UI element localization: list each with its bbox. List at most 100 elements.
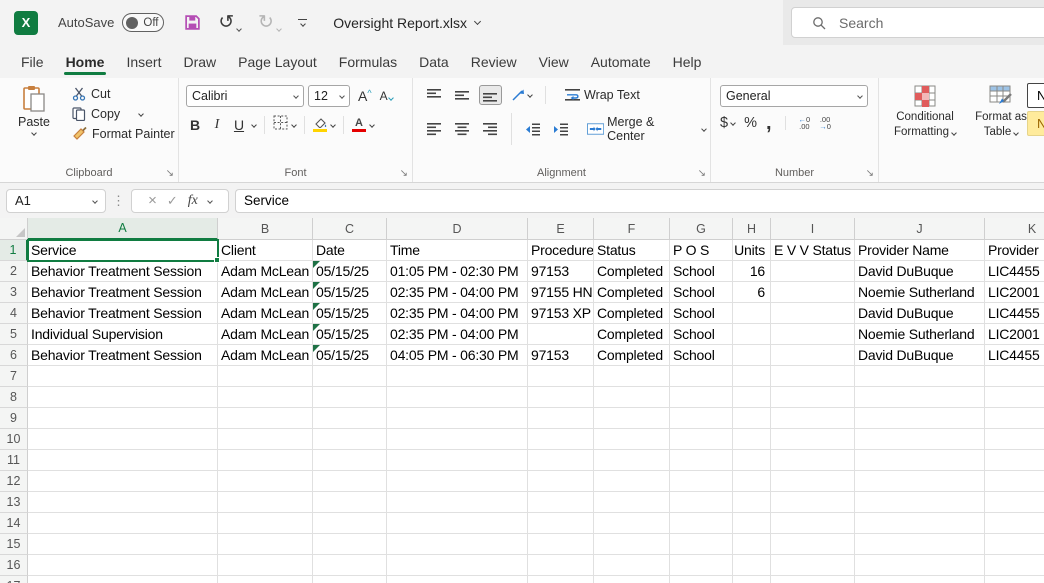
cell-B5[interactable]: Adam McLean — [218, 324, 313, 345]
row-header-9[interactable]: 9 — [0, 408, 28, 429]
cell-H9[interactable] — [733, 408, 771, 429]
align-left-button[interactable] — [423, 119, 446, 139]
title-chevron-icon[interactable] — [474, 17, 482, 26]
cell-E8[interactable] — [528, 387, 594, 408]
cell-E17[interactable] — [528, 576, 594, 583]
enter-icon[interactable]: ✓ — [167, 193, 178, 209]
row-header-13[interactable]: 13 — [0, 492, 28, 513]
cell-I8[interactable] — [771, 387, 855, 408]
cell-I10[interactable] — [771, 429, 855, 450]
cell-F3[interactable]: Completed — [594, 282, 670, 303]
cell-F6[interactable]: Completed — [594, 345, 670, 366]
font-color-chevron-icon[interactable] — [369, 122, 375, 128]
redo-button[interactable]: ↺ — [258, 12, 283, 33]
cell-A15[interactable] — [28, 534, 218, 555]
cell-G9[interactable] — [670, 408, 733, 429]
cell-C8[interactable] — [313, 387, 387, 408]
conditional-formatting-button[interactable]: Conditional Formatting — [887, 85, 963, 163]
column-header-C[interactable]: C — [313, 218, 387, 240]
tab-automate[interactable]: Automate — [580, 45, 662, 78]
cell-B12[interactable] — [218, 471, 313, 492]
cell-G15[interactable] — [670, 534, 733, 555]
cell-H15[interactable] — [733, 534, 771, 555]
cell-A6[interactable]: Behavior Treatment Session — [28, 345, 218, 366]
cell-E12[interactable] — [528, 471, 594, 492]
cell-J12[interactable] — [855, 471, 985, 492]
tab-home[interactable]: Home — [55, 45, 116, 78]
tab-page-layout[interactable]: Page Layout — [227, 45, 328, 78]
cell-style-normal[interactable]: N — [1027, 83, 1044, 108]
font-dialog-launcher[interactable]: ↘ — [400, 168, 408, 179]
row-header-6[interactable]: 6 — [0, 345, 28, 366]
cancel-icon[interactable]: × — [148, 192, 157, 209]
clipboard-dialog-launcher[interactable]: ↘ — [166, 168, 174, 179]
cell-C14[interactable] — [313, 513, 387, 534]
cell-F16[interactable] — [594, 555, 670, 576]
cell-A16[interactable] — [28, 555, 218, 576]
cell-A17[interactable] — [28, 576, 218, 583]
cell-H7[interactable] — [733, 366, 771, 387]
cell-H11[interactable] — [733, 450, 771, 471]
cell-H12[interactable] — [733, 471, 771, 492]
cell-E7[interactable] — [528, 366, 594, 387]
row-header-12[interactable]: 12 — [0, 471, 28, 492]
cell-F17[interactable] — [594, 576, 670, 583]
cell-G10[interactable] — [670, 429, 733, 450]
search-box[interactable]: Search — [791, 7, 1044, 38]
cell-I1[interactable]: E V V Status — [771, 240, 855, 261]
cell-D10[interactable] — [387, 429, 528, 450]
cell-I15[interactable] — [771, 534, 855, 555]
cell-G8[interactable] — [670, 387, 733, 408]
cell-F12[interactable] — [594, 471, 670, 492]
cell-G13[interactable] — [670, 492, 733, 513]
column-header-I[interactable]: I — [771, 218, 855, 240]
cell-K4[interactable]: LIC4455 — [985, 303, 1044, 324]
row-header-11[interactable]: 11 — [0, 450, 28, 471]
align-center-button[interactable] — [451, 119, 474, 139]
cell-G16[interactable] — [670, 555, 733, 576]
cell-B4[interactable]: Adam McLean — [218, 303, 313, 324]
cell-H16[interactable] — [733, 555, 771, 576]
cell-C10[interactable] — [313, 429, 387, 450]
row-header-3[interactable]: 3 — [0, 282, 28, 303]
cell-C13[interactable] — [313, 492, 387, 513]
underline-chevron-icon[interactable] — [251, 122, 257, 128]
insert-function-icon[interactable]: fx — [188, 193, 198, 209]
cell-D12[interactable] — [387, 471, 528, 492]
cell-A9[interactable] — [28, 408, 218, 429]
cell-J13[interactable] — [855, 492, 985, 513]
copy-button[interactable]: Copy — [72, 107, 175, 121]
tab-review[interactable]: Review — [460, 45, 528, 78]
cell-K5[interactable]: LIC2001 — [985, 324, 1044, 345]
cell-D7[interactable] — [387, 366, 528, 387]
cell-B14[interactable] — [218, 513, 313, 534]
cell-G1[interactable]: P O S — [670, 240, 733, 261]
cell-I17[interactable] — [771, 576, 855, 583]
cell-J6[interactable]: David DuBuque — [855, 345, 985, 366]
bold-button[interactable]: B — [186, 117, 204, 133]
cell-J7[interactable] — [855, 366, 985, 387]
font-size-select[interactable]: 12 — [308, 85, 350, 107]
cell-B9[interactable] — [218, 408, 313, 429]
cell-J5[interactable]: Noemie Sutherland — [855, 324, 985, 345]
cell-K16[interactable] — [985, 555, 1044, 576]
cell-E13[interactable] — [528, 492, 594, 513]
tab-view[interactable]: View — [528, 45, 580, 78]
cell-F14[interactable] — [594, 513, 670, 534]
cell-G17[interactable] — [670, 576, 733, 583]
cell-A4[interactable]: Behavior Treatment Session — [28, 303, 218, 324]
row-header-8[interactable]: 8 — [0, 387, 28, 408]
cell-J17[interactable] — [855, 576, 985, 583]
cell-A5[interactable]: Individual Supervision — [28, 324, 218, 345]
cell-G12[interactable] — [670, 471, 733, 492]
cell-E4[interactable]: 97153 XP — [528, 303, 594, 324]
cell-J8[interactable] — [855, 387, 985, 408]
column-header-H[interactable]: H — [733, 218, 771, 240]
fill-color-chevron-icon[interactable] — [330, 122, 336, 128]
cell-C4[interactable]: 05/15/25 — [313, 303, 387, 324]
cell-D13[interactable] — [387, 492, 528, 513]
cell-E2[interactable]: 97153 — [528, 261, 594, 282]
cell-J4[interactable]: David DuBuque — [855, 303, 985, 324]
cell-B10[interactable] — [218, 429, 313, 450]
currency-button[interactable]: $ — [720, 115, 736, 131]
